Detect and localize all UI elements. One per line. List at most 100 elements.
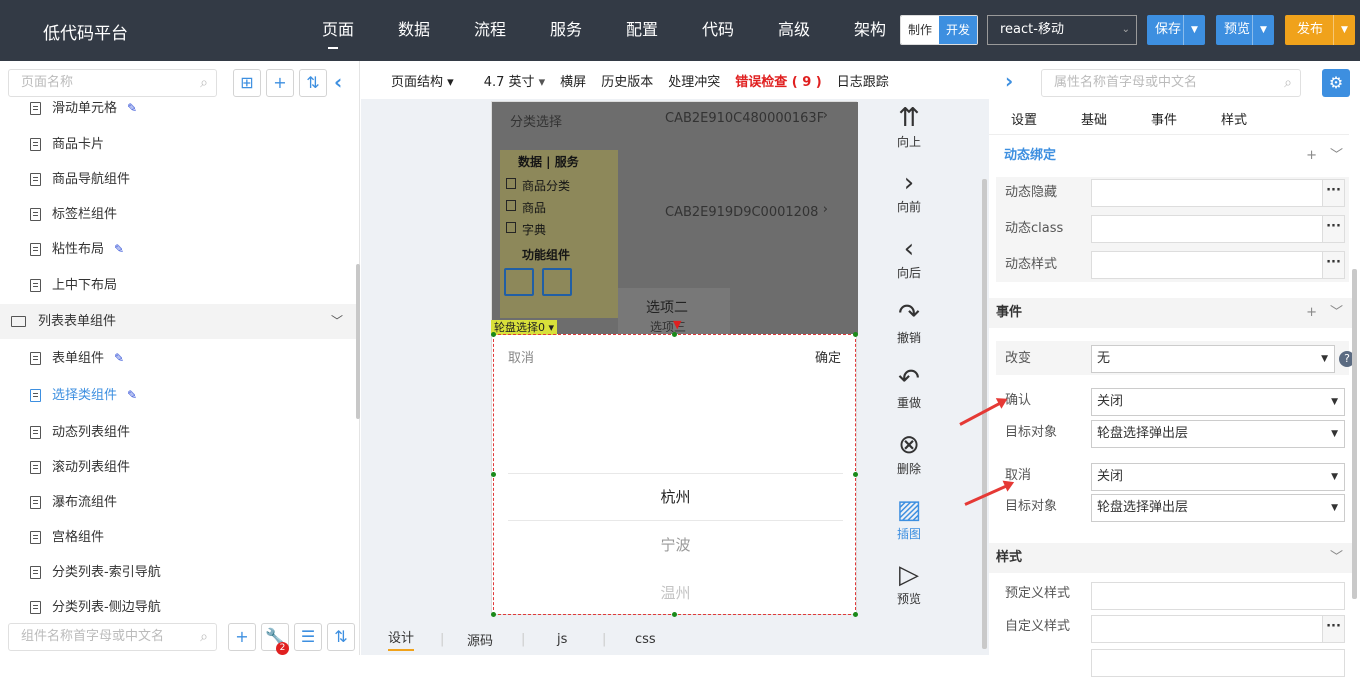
add-component-button[interactable]: + bbox=[228, 623, 256, 651]
conflict-button[interactable]: 处理冲突 bbox=[668, 71, 720, 90]
resize-handle[interactable] bbox=[853, 612, 858, 617]
right-scrollbar[interactable] bbox=[1352, 269, 1357, 599]
plus-icon[interactable]: + bbox=[1306, 298, 1317, 328]
chevron-down-icon[interactable]: ﹀ bbox=[1330, 298, 1343, 328]
tab-basic[interactable]: 基础 bbox=[1059, 109, 1129, 134]
component-search-input[interactable]: 组件名称首字母或中文名 ⌕ bbox=[8, 623, 217, 651]
template-select[interactable]: react-移动 ⌄ bbox=[987, 15, 1137, 45]
chevron-down-icon[interactable]: ﹀ bbox=[331, 304, 343, 339]
caret-down-icon[interactable]: ▼ bbox=[1252, 15, 1274, 45]
backward-button[interactable]: ‹ 向后 bbox=[886, 234, 932, 281]
sort-components-button[interactable]: ⇅ bbox=[327, 623, 355, 651]
list-item[interactable]: 商品导航组件 bbox=[0, 162, 357, 197]
nav-service[interactable]: 服务 bbox=[528, 0, 604, 61]
tab-js[interactable]: js bbox=[557, 632, 567, 647]
cancel-event-select[interactable]: 关闭 ▼ bbox=[1091, 463, 1345, 491]
predefined-style-input[interactable] bbox=[1091, 582, 1345, 610]
picker-cancel-button[interactable]: 取消 bbox=[508, 347, 534, 366]
undo-button[interactable]: ↷ 撤销 bbox=[886, 299, 932, 346]
page-structure-dropdown[interactable]: 页面结构 ▾ bbox=[376, 71, 454, 90]
left-scrollbar[interactable] bbox=[356, 264, 360, 419]
tab-design[interactable]: 设计 bbox=[388, 627, 415, 651]
nav-config[interactable]: 配置 bbox=[604, 0, 680, 61]
list-item[interactable]: 滑动单元格 ✎ bbox=[0, 96, 357, 126]
custom-style-input[interactable]: ··· bbox=[1091, 615, 1345, 643]
pencil-icon[interactable]: ✎ bbox=[114, 232, 124, 267]
events-section[interactable]: 事件 + ﹀ bbox=[989, 298, 1355, 328]
pencil-icon[interactable]: ✎ bbox=[127, 96, 137, 126]
indent-button[interactable]: ☰ bbox=[294, 623, 322, 651]
confirm-target-select[interactable]: 轮盘选择弹出层 ▼ bbox=[1091, 420, 1345, 448]
more-icon[interactable]: ··· bbox=[1322, 216, 1344, 242]
tab-style[interactable]: 样式 bbox=[1199, 109, 1269, 134]
picker-option[interactable]: 温州 bbox=[494, 582, 857, 603]
log-button[interactable]: 日志跟踪 bbox=[837, 71, 889, 90]
style-section[interactable]: 样式 ﹀ bbox=[989, 543, 1355, 573]
nav-data[interactable]: 数据 bbox=[376, 0, 452, 61]
list-item[interactable]: 表单组件 ✎ bbox=[0, 341, 357, 376]
picker-option[interactable]: 杭州 bbox=[494, 486, 857, 507]
modal-mask[interactable]: 分类选择 CAB2E910C480000163F › CAB2E919D9C00… bbox=[492, 102, 858, 334]
dynamic-binding-section[interactable]: 动态绑定 + ﹀ bbox=[989, 141, 1355, 171]
confirm-event-select[interactable]: 关闭 ▼ bbox=[1091, 388, 1345, 416]
page-search-input[interactable]: 页面名称 ⌕ bbox=[8, 69, 217, 97]
change-event-select[interactable]: 无 ▼ bbox=[1091, 345, 1335, 373]
dynamic-class-input[interactable]: ··· bbox=[1091, 215, 1345, 243]
caret-down-icon[interactable]: ▼ bbox=[1333, 15, 1355, 45]
list-item[interactable]: 动态列表组件 bbox=[0, 415, 357, 450]
dynamic-style-input[interactable]: ··· bbox=[1091, 251, 1345, 279]
list-item[interactable]: 宫格组件 bbox=[0, 520, 357, 555]
cancel-target-select[interactable]: 轮盘选择弹出层 ▼ bbox=[1091, 494, 1345, 522]
add-folder-button[interactable]: ⊞ bbox=[233, 69, 261, 97]
nav-flow[interactable]: 流程 bbox=[452, 0, 528, 61]
collapse-panel-icon[interactable]: ‹ bbox=[334, 70, 342, 94]
add-button[interactable]: + bbox=[266, 69, 294, 97]
component-tag[interactable]: 轮盘选择0 ▾ bbox=[491, 320, 558, 335]
tab-events[interactable]: 事件 bbox=[1129, 109, 1199, 134]
more-icon[interactable]: ··· bbox=[1322, 252, 1344, 278]
pencil-icon[interactable]: ✎ bbox=[127, 378, 137, 413]
history-button[interactable]: 历史版本 bbox=[601, 71, 653, 90]
delete-button[interactable]: ⊗ 删除 bbox=[886, 430, 932, 477]
list-item[interactable]: 瀑布流组件 bbox=[0, 485, 357, 520]
tab-settings[interactable]: 设置 bbox=[989, 109, 1059, 134]
pencil-icon[interactable]: ✎ bbox=[114, 341, 124, 376]
more-icon[interactable]: ··· bbox=[1322, 616, 1344, 642]
mode-dev-button[interactable]: 开发 bbox=[939, 16, 977, 44]
gear-icon[interactable]: ⚙ bbox=[1322, 69, 1350, 97]
preview-action-button[interactable]: ▷ 预览 bbox=[886, 560, 932, 607]
list-item[interactable]: 商品卡片 bbox=[0, 127, 357, 162]
list-item[interactable]: 分类列表-侧边导航 bbox=[0, 590, 357, 616]
list-item-selected[interactable]: 选择类组件 ✎ bbox=[0, 378, 357, 413]
move-up-button[interactable]: ⇈ 向上 bbox=[886, 103, 932, 150]
style-input-extra[interactable] bbox=[1091, 649, 1345, 677]
mode-make-button[interactable]: 制作 bbox=[901, 16, 939, 44]
list-item[interactable]: 滚动列表组件 bbox=[0, 450, 357, 485]
wrench-button[interactable]: 🔧 2 bbox=[261, 623, 289, 655]
more-icon[interactable]: ··· bbox=[1322, 180, 1344, 206]
list-item[interactable]: 上中下布局 bbox=[0, 268, 357, 303]
nav-page[interactable]: 页面 bbox=[300, 0, 376, 61]
error-check-button[interactable]: 错误检查 ( 9 ) bbox=[735, 71, 822, 90]
screen-size-dropdown[interactable]: 4.7 英寸 ▾ bbox=[469, 71, 545, 90]
preview-button[interactable]: 预览 ▼ bbox=[1216, 15, 1274, 45]
publish-button[interactable]: 发布 ▼ bbox=[1285, 15, 1355, 45]
resize-handle[interactable] bbox=[491, 612, 496, 617]
list-item[interactable]: 粘性布局 ✎ bbox=[0, 232, 357, 267]
caret-down-icon[interactable]: ▼ bbox=[1183, 15, 1205, 45]
nav-advanced[interactable]: 高级 bbox=[756, 0, 832, 61]
resize-handle[interactable] bbox=[672, 332, 677, 337]
resize-handle[interactable] bbox=[491, 472, 496, 477]
redo-button[interactable]: ↶ 重做 bbox=[886, 364, 932, 411]
save-button[interactable]: 保存 ▼ bbox=[1147, 15, 1205, 45]
chevron-down-icon[interactable]: ﹀ bbox=[1330, 543, 1343, 573]
resize-handle[interactable] bbox=[853, 472, 858, 477]
tab-css[interactable]: css bbox=[635, 632, 656, 647]
nav-code[interactable]: 代码 bbox=[680, 0, 756, 61]
plus-icon[interactable]: + bbox=[1306, 141, 1317, 171]
property-search-input[interactable]: 属性名称首字母或中文名 ⌕ bbox=[1041, 69, 1301, 97]
sort-button[interactable]: ⇅ bbox=[299, 69, 327, 97]
chevron-down-icon[interactable]: ﹀ bbox=[1330, 141, 1343, 171]
forward-button[interactable]: › 向前 bbox=[886, 168, 932, 215]
list-item[interactable]: 标签栏组件 bbox=[0, 197, 357, 232]
